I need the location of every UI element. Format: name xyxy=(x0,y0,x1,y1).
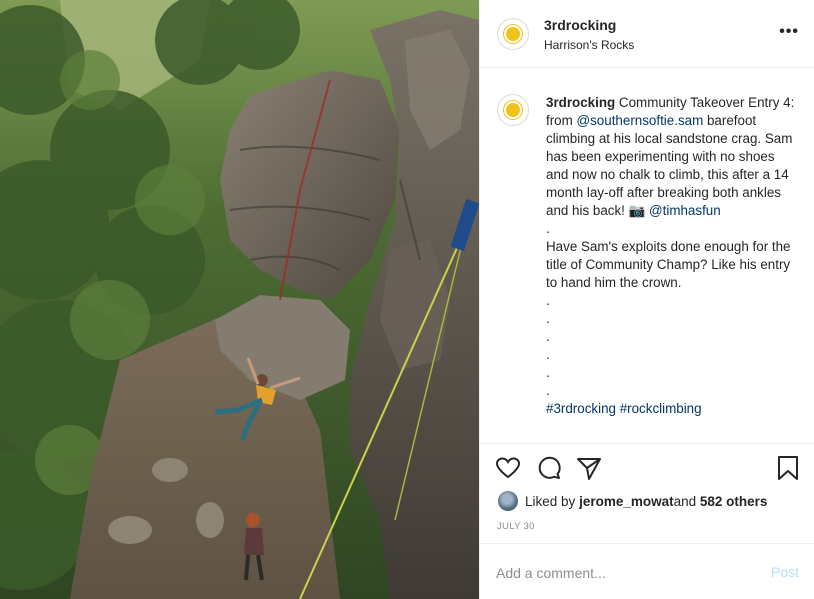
climbing-photo xyxy=(0,0,479,599)
post-location[interactable]: Harrison's Rocks xyxy=(544,38,634,52)
sun-logo-icon xyxy=(506,27,520,41)
caption-text-part: . Have Sam's exploits done enough for th… xyxy=(546,221,791,398)
comment-icon[interactable] xyxy=(535,454,563,482)
comment-input[interactable] xyxy=(496,563,746,583)
sun-logo-icon xyxy=(506,103,520,117)
likes-summary: Liked by jerome_mowat and 582 others xyxy=(498,490,767,512)
liker-avatar[interactable] xyxy=(498,491,518,511)
post-details-panel: 3rdrocking Harrison's Rocks ••• 3rdrocki… xyxy=(479,0,814,599)
likes-count[interactable]: 582 others xyxy=(700,494,768,509)
liker-username[interactable]: jerome_mowat xyxy=(579,494,674,509)
bookmark-icon[interactable] xyxy=(774,454,802,482)
more-icon[interactable]: ••• xyxy=(779,24,799,40)
likes-prefix: Liked by xyxy=(525,493,576,509)
mention-link[interactable]: @southernsoftie.sam xyxy=(577,113,704,128)
hashtag-link[interactable]: #3rdrocking xyxy=(546,401,616,416)
action-bar xyxy=(480,450,814,486)
share-icon[interactable] xyxy=(575,454,603,482)
caption-area: 3rdrocking Community Takeover Entry 4: f… xyxy=(480,68,814,444)
author-avatar[interactable] xyxy=(497,18,529,50)
heart-icon[interactable] xyxy=(494,454,522,482)
post-date[interactable]: JULY 30 xyxy=(497,521,535,532)
hashtag-link[interactable]: #rockclimbing xyxy=(620,401,702,416)
caption-avatar[interactable] xyxy=(497,94,529,126)
caption-username[interactable]: 3rdrocking xyxy=(546,95,615,110)
author-username[interactable]: 3rdrocking xyxy=(544,17,616,33)
caption-text: 3rdrocking Community Takeover Entry 4: f… xyxy=(546,94,800,418)
mention-link[interactable]: @timhasfun xyxy=(649,203,721,218)
likes-middle: and xyxy=(673,493,697,509)
post-header: 3rdrocking Harrison's Rocks ••• xyxy=(480,0,814,68)
post-comment-button[interactable]: Post xyxy=(771,564,799,580)
post-photo[interactable] xyxy=(0,0,479,599)
comment-box: Post xyxy=(480,543,814,599)
